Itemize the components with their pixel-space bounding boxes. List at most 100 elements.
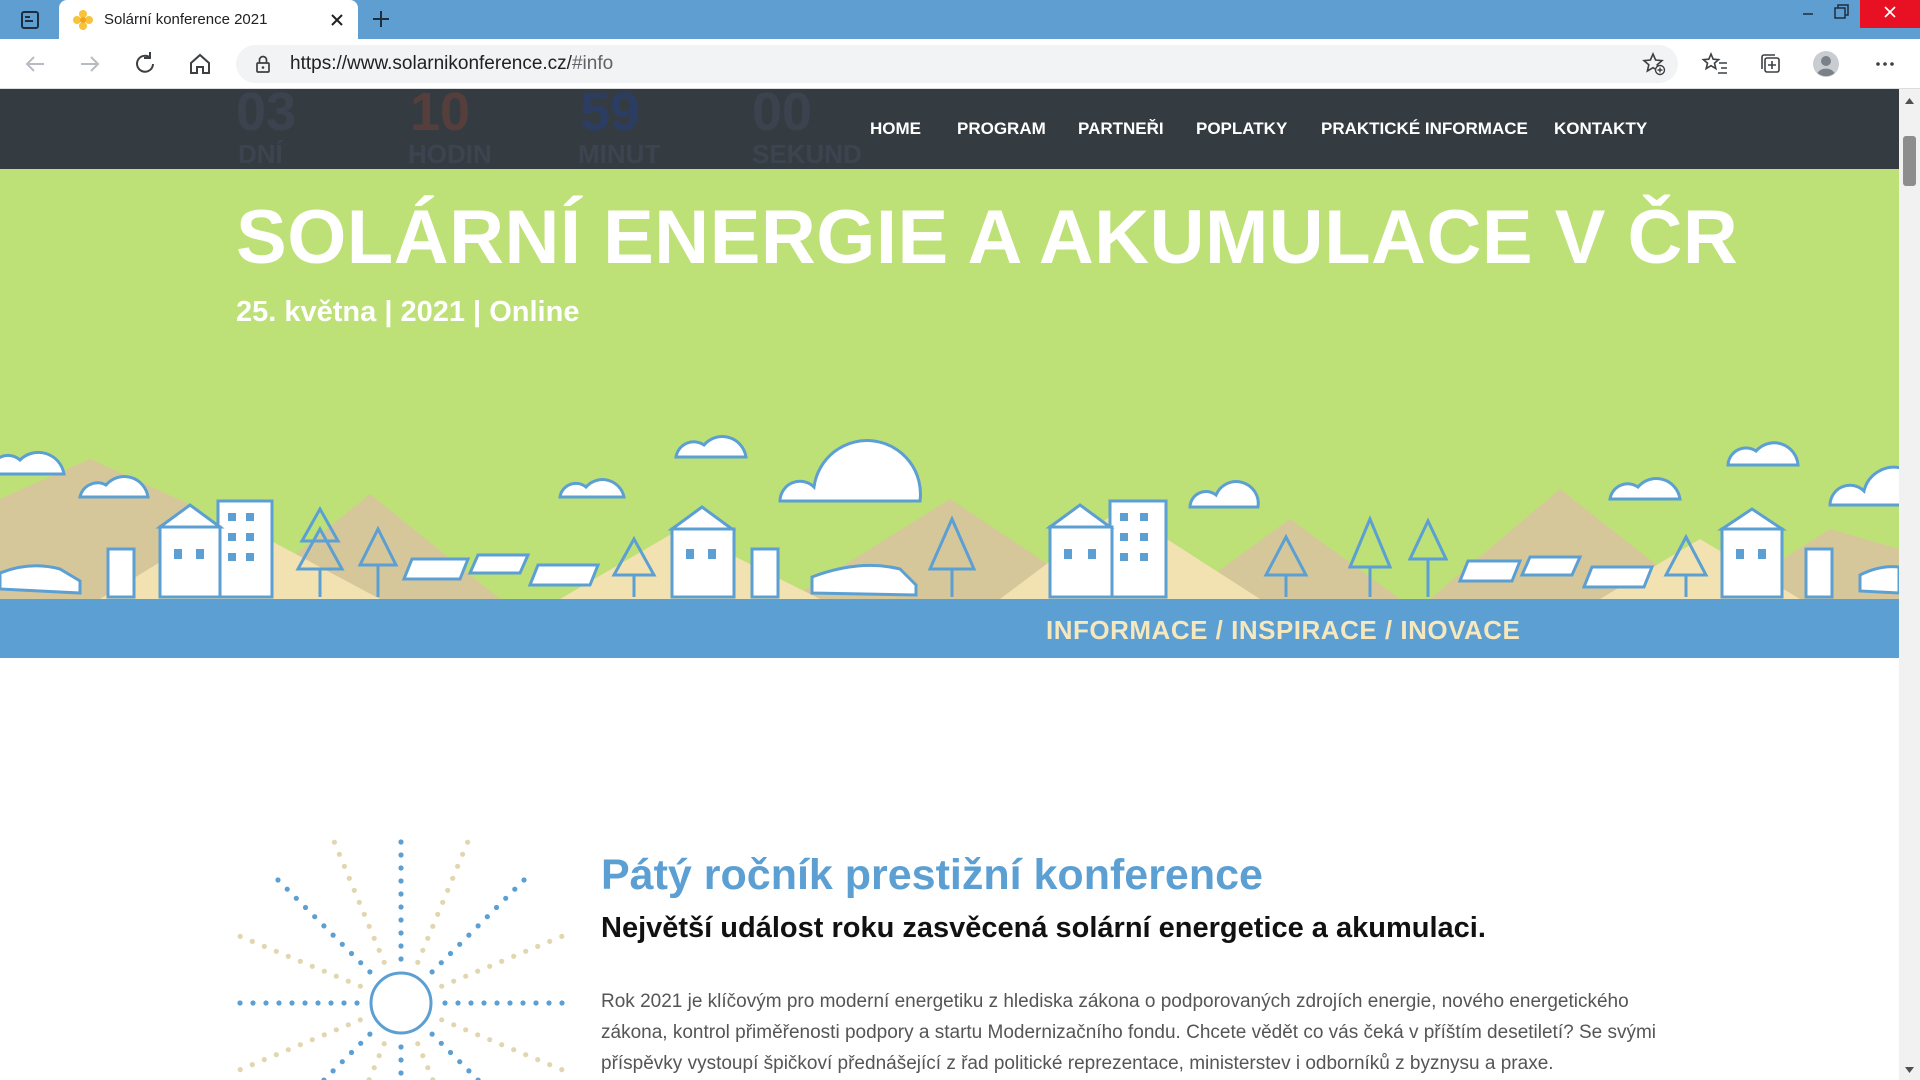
collections-icon[interactable] (1755, 49, 1785, 79)
hero-banner: SOLÁRNÍ ENERGIE A AKUMULACE V ČR 25. kvě… (0, 169, 1899, 599)
sun-ray-dot (250, 1000, 256, 1006)
arrow-left-icon[interactable] (20, 49, 50, 79)
window-close-icon[interactable] (1860, 0, 1920, 28)
more-icon[interactable] (1870, 49, 1900, 79)
url-text[interactable]: https://www.solarnikonference.cz/#info (290, 53, 613, 75)
sun-ray-dot (285, 1047, 291, 1053)
nav-kontakty[interactable]: KONTAKTY (1554, 119, 1647, 139)
url-hash: #info (571, 53, 614, 74)
close-icon[interactable] (326, 9, 348, 31)
nav-program[interactable]: PROGRAM (957, 119, 1046, 139)
sun-ray-dot (521, 877, 527, 883)
sun-ray-dot (535, 1057, 541, 1063)
sun-favicon-icon (72, 9, 94, 31)
sun-ray-dot (455, 1000, 461, 1006)
sun-core (369, 971, 433, 1035)
sun-ray-dot (351, 887, 357, 893)
sun-ray-dot (376, 947, 382, 953)
nav-prakticke-informace[interactable]: PRAKTICKÉ INFORMACE (1321, 119, 1528, 139)
tab-actions-icon[interactable] (14, 8, 46, 32)
sun-ray-dot (348, 950, 355, 957)
nav-partneri[interactable]: PARTNEŘI (1078, 119, 1164, 139)
sun-ray-dot (487, 963, 493, 969)
sun-ray-dot (420, 1053, 426, 1059)
sun-ray-dot (309, 963, 315, 969)
sun-ray-dot (284, 886, 290, 892)
sun-ray-dot (481, 1000, 487, 1006)
countdown-minutes-label: MINUT (578, 139, 661, 169)
sun-ray-dot (398, 943, 404, 949)
about-subheading: Největší událost roku zasvěcená solární … (601, 912, 1486, 944)
sun-ray-dot (293, 895, 299, 901)
sun-ray-dot (460, 851, 466, 857)
sun-ray-dot (336, 851, 342, 857)
sun-ray-dot (466, 932, 472, 938)
sun-ray-dot (302, 1000, 308, 1006)
countdown-seconds-label: SEKUND (752, 139, 862, 169)
sun-ray-dot (438, 960, 444, 966)
sun-ray-dot (429, 1031, 435, 1037)
sun-ray-dot (451, 978, 457, 984)
restore-icon[interactable] (1820, 0, 1864, 28)
scroll-down-icon[interactable] (1903, 1062, 1916, 1073)
hero-title: SOLÁRNÍ ENERGIE A AKUMULACE V ČR (236, 195, 1739, 280)
sun-ray-dot (333, 1027, 339, 1033)
countdown-hours-label: HODIN (408, 139, 492, 169)
sun-ray-dot (330, 1068, 336, 1074)
sun-ray-dot (358, 1040, 364, 1046)
sun-ray-dot (475, 968, 481, 974)
avatar-icon[interactable] (1811, 49, 1841, 79)
sun-ray-dot (475, 923, 481, 929)
sun-ray-dot (330, 932, 336, 938)
sun-ray-dot (429, 969, 435, 975)
sun-ray-dot (451, 1022, 457, 1028)
sun-ray-dot (398, 839, 404, 845)
sun-ray-dot (289, 1000, 295, 1006)
sun-ray-dot (398, 1044, 404, 1050)
sun-ray-dot (341, 1000, 347, 1006)
sun-ray-dot (297, 1042, 303, 1048)
scroll-up-icon[interactable] (1903, 93, 1916, 104)
sun-ray-dot (331, 839, 337, 845)
sun-ray-dot (533, 1000, 539, 1006)
sun-ray-dot (493, 904, 500, 911)
favorites-icon[interactable] (1700, 49, 1730, 79)
countdown-hours-value: 10 (410, 89, 471, 142)
sun-ray-dot (425, 935, 431, 941)
sun-ray-dot (559, 1000, 565, 1006)
sun-ray-dot (339, 1059, 345, 1065)
sun-ray-dot (275, 877, 281, 883)
sun-ray-dot (358, 960, 364, 966)
nav-poplatky[interactable]: POPLATKY (1196, 119, 1287, 139)
sun-ray-dot (321, 923, 327, 929)
sun-ray-dot (321, 1032, 327, 1038)
sun-ray-dot (328, 1000, 334, 1006)
sun-ray-dot (273, 948, 279, 954)
sun-ray-dot (371, 1065, 377, 1071)
scrollbar-thumb[interactable] (1903, 136, 1916, 186)
sun-ray-dot (457, 1059, 463, 1065)
nav-home[interactable]: HOME (870, 119, 921, 139)
page-viewport: 03 DNÍ 10 HODIN 59 MINUT 00 SEKUND HOME … (0, 89, 1899, 1080)
star-add-icon[interactable] (1641, 51, 1667, 77)
sun-ray-dot (507, 1000, 513, 1006)
arrow-right-icon[interactable] (75, 49, 105, 79)
sun-ray-dot (440, 899, 446, 905)
lock-icon[interactable] (252, 53, 274, 75)
sun-ray-dot (297, 958, 303, 964)
sun-ray-dot (420, 947, 426, 953)
sun-ray-dot (439, 983, 445, 989)
sun-ray-dot (237, 1067, 243, 1073)
countdown-days-label: DNÍ (238, 139, 283, 169)
home-icon[interactable] (185, 49, 215, 79)
sun-ray-dot (398, 904, 404, 910)
sun-ray-dot (361, 911, 367, 917)
sun-ray-dot (398, 930, 404, 936)
sun-ray-dot (546, 1000, 552, 1006)
sun-ray-dot (523, 948, 529, 954)
page-scrollbar[interactable] (1899, 89, 1920, 1080)
sun-ray-dot (547, 938, 553, 944)
refresh-icon[interactable] (130, 49, 160, 79)
sun-ray-dot (475, 1032, 481, 1038)
plus-icon[interactable] (368, 6, 394, 32)
